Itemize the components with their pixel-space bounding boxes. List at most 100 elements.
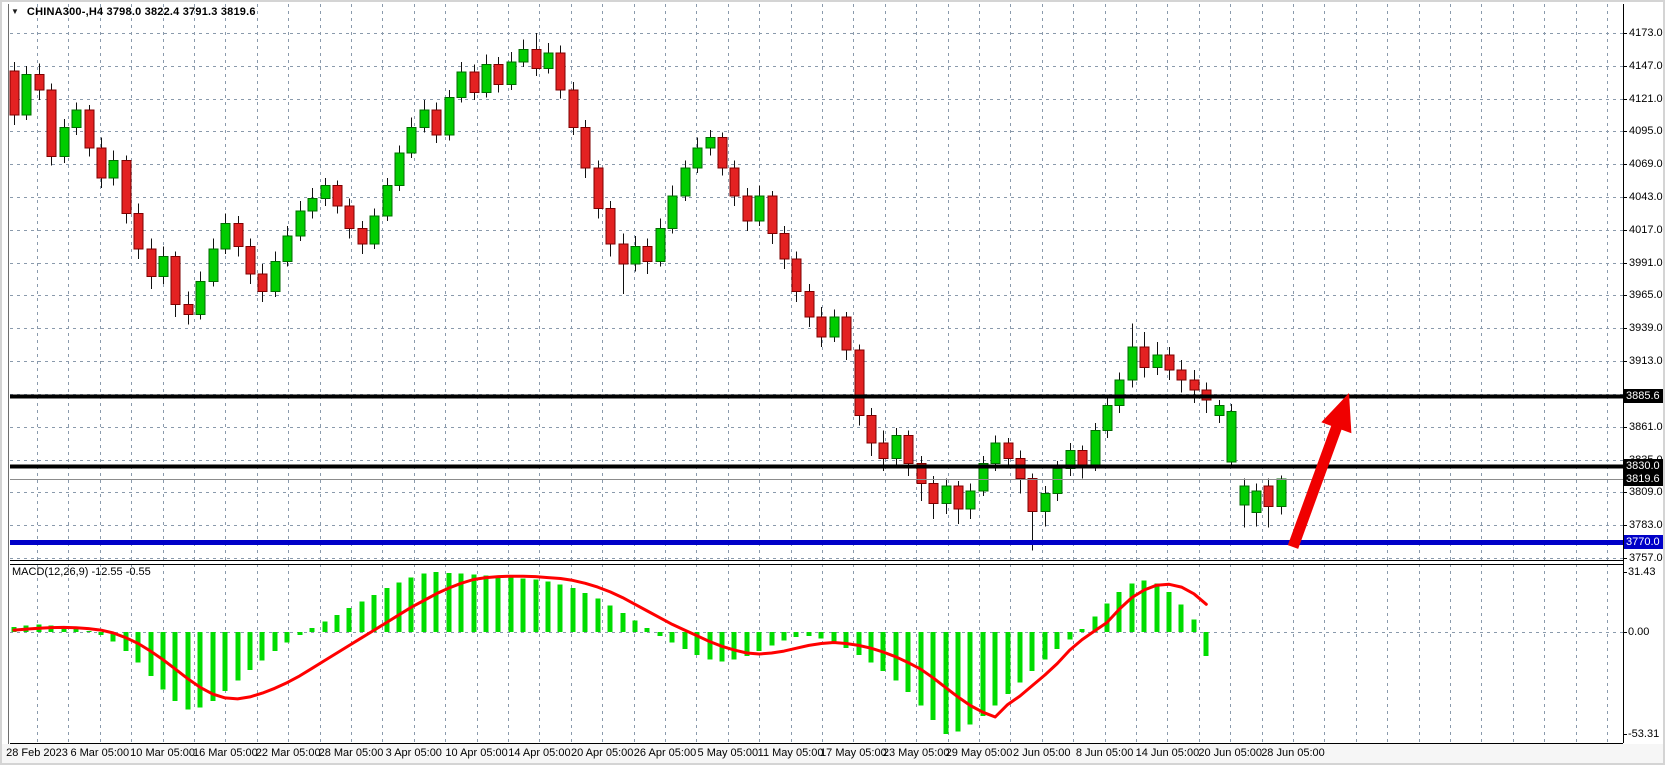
candle-bull xyxy=(1128,347,1137,380)
candle-bull xyxy=(383,186,392,216)
candle-bull xyxy=(1041,494,1050,512)
candle-bear xyxy=(1177,370,1186,380)
candle-bear xyxy=(358,229,367,244)
chart-canvas[interactable] xyxy=(2,2,1665,765)
candle-bear xyxy=(1190,380,1199,390)
macd-histogram-bar xyxy=(397,582,402,632)
candle-bear xyxy=(258,274,267,292)
candle-bull xyxy=(321,186,330,199)
candle-bull xyxy=(1240,486,1249,505)
candle-bull xyxy=(221,224,230,249)
candle-bear xyxy=(97,148,106,178)
macd-histogram-bar xyxy=(1155,583,1160,632)
candle-bear xyxy=(85,110,94,148)
macd-histogram-bar xyxy=(99,632,104,635)
candle-bear xyxy=(805,292,814,317)
macd-histogram-bar xyxy=(260,632,265,661)
candle-bull xyxy=(296,211,305,236)
candle-bull xyxy=(942,486,951,504)
candle-bull xyxy=(519,49,528,62)
macd-histogram-bar xyxy=(136,632,141,663)
macd-histogram-bar xyxy=(1030,632,1035,671)
candle-bear xyxy=(1078,451,1087,466)
macd-histogram-bar xyxy=(74,629,79,632)
macd-histogram-bar xyxy=(993,632,998,706)
macd-histogram-bar xyxy=(807,632,812,636)
candle-bear xyxy=(432,110,441,135)
macd-histogram-bar xyxy=(472,575,477,632)
macd-histogram-bar xyxy=(608,605,613,632)
candle-bull xyxy=(892,436,901,459)
macd-signal-line xyxy=(14,576,1206,717)
candle-bull xyxy=(407,128,416,153)
candle-bear xyxy=(47,90,56,157)
macd-histogram-bar xyxy=(1006,632,1011,694)
candle-bull xyxy=(1215,405,1224,415)
symbol-dropdown-icon[interactable]: ▼ xyxy=(11,6,19,18)
candle-bull xyxy=(544,53,553,68)
trend-arrow-head[interactable] xyxy=(1321,393,1351,433)
macd-histogram-bar xyxy=(683,632,688,649)
candle-bull xyxy=(395,153,404,186)
macd-histogram-bar xyxy=(621,613,626,632)
macd-histogram-bar xyxy=(981,632,986,716)
macd-histogram-bar xyxy=(496,577,501,632)
candle-bull xyxy=(109,160,118,178)
candle-bull xyxy=(457,72,466,97)
candle-bear xyxy=(768,196,777,234)
candle-bull xyxy=(283,236,292,261)
candle-bear xyxy=(817,317,826,337)
candle-bull xyxy=(830,317,839,337)
macd-histogram-bar xyxy=(1068,632,1073,640)
macd-histogram-bar xyxy=(944,632,949,734)
macd-histogram-bar xyxy=(484,576,489,632)
trend-arrow-shaft[interactable] xyxy=(1293,422,1338,547)
macd-histogram-bar xyxy=(335,615,340,632)
macd-histogram-bar xyxy=(223,632,228,691)
macd-histogram-bar xyxy=(832,632,837,643)
candle-bull xyxy=(656,229,665,262)
candle-bull xyxy=(159,256,168,276)
candle-bull xyxy=(706,138,715,148)
candle-bear xyxy=(35,75,44,90)
macd-histogram-bar xyxy=(1204,632,1209,656)
macd-histogram-bar xyxy=(1179,604,1184,632)
candle-bull xyxy=(1091,431,1100,466)
candle-bear xyxy=(643,246,652,261)
macd-histogram-bar xyxy=(211,632,216,701)
macd-histogram-bar xyxy=(1167,592,1172,632)
candle-bull xyxy=(60,128,69,157)
macd-histogram-bar xyxy=(447,573,452,632)
candle-bear xyxy=(581,128,590,168)
candle-bull xyxy=(271,261,280,291)
candle-bear xyxy=(122,160,131,213)
macd-histogram-bar xyxy=(558,584,563,632)
candle-bear xyxy=(345,206,354,229)
macd-histogram-bar xyxy=(360,601,365,632)
macd-histogram-bar xyxy=(347,608,352,632)
macd-histogram-bar xyxy=(794,632,799,637)
candle-bear xyxy=(594,168,603,208)
macd-histogram-bar xyxy=(844,632,849,648)
macd-histogram-bar xyxy=(732,632,737,660)
candle-bear xyxy=(1028,478,1037,511)
candle-bear xyxy=(470,72,479,92)
candle-bear xyxy=(842,317,851,350)
candle-bear xyxy=(780,234,789,259)
candle-bull xyxy=(420,110,429,128)
candle-bull xyxy=(991,443,1000,463)
macd-histogram-bar xyxy=(633,621,638,632)
macd-histogram-bar xyxy=(521,579,526,632)
trading-chart-window: ▼ CHINA300-,H4 3798.0 3822.4 3791.3 3819… xyxy=(0,0,1665,765)
candle-bear xyxy=(147,249,156,277)
candle-bear xyxy=(855,350,864,416)
candle-bear xyxy=(556,53,565,90)
macd-indicator-label: MACD(12,26,9) -12.55 -0.55 xyxy=(12,566,151,578)
candle-bear xyxy=(569,90,578,128)
candle-bull xyxy=(482,65,491,93)
macd-histogram-bar xyxy=(782,632,787,641)
macd-histogram-bar xyxy=(248,632,253,670)
macd-histogram-bar xyxy=(857,632,862,655)
candle-bull xyxy=(209,249,218,282)
candle-bear xyxy=(246,246,255,274)
